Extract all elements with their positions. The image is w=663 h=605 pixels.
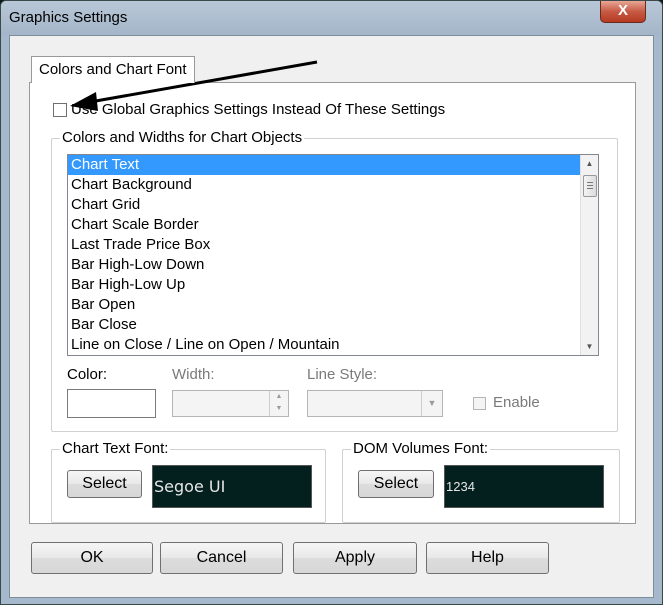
cancel-button[interactable]: Cancel — [160, 542, 283, 574]
list-item[interactable]: Chart Grid — [68, 195, 598, 215]
enable-checkbox[interactable] — [473, 397, 486, 410]
colors-widths-group: Colors and Widths for Chart Objects Char… — [51, 129, 618, 432]
close-icon: X — [617, 2, 628, 19]
color-swatch-button[interactable] — [67, 389, 156, 418]
use-global-settings-label[interactable]: Use Global Graphics Settings Instead Of … — [71, 101, 445, 118]
list-item[interactable]: Bar High-Low Up — [68, 275, 598, 295]
color-label: Color: — [67, 366, 108, 383]
tab-panel: Use Global Graphics Settings Instead Of … — [29, 82, 636, 524]
width-spinner[interactable]: ▲ ▼ — [172, 390, 289, 417]
dom-volumes-font-preview-text: 1234 — [446, 479, 475, 494]
list-item[interactable]: Line on Close / Line on Open / Mountain — [68, 335, 598, 355]
spin-up-icon[interactable]: ▲ — [270, 391, 288, 403]
scroll-down-arrow-icon[interactable]: ▼ — [581, 338, 598, 355]
scrollbar-thumb[interactable] — [583, 175, 597, 197]
colors-widths-group-title: Colors and Widths for Chart Objects — [60, 129, 305, 146]
tab-colors-and-chart-font[interactable]: Colors and Chart Font — [31, 56, 195, 83]
list-item[interactable]: Chart Scale Border — [68, 215, 598, 235]
list-item[interactable]: Bar Open — [68, 295, 598, 315]
apply-button[interactable]: Apply — [293, 542, 417, 574]
chart-text-font-title: Chart Text Font: — [60, 440, 171, 457]
use-global-settings-checkbox[interactable] — [53, 103, 67, 117]
width-label: Width: — [172, 366, 215, 383]
width-spinner-buttons[interactable]: ▲ ▼ — [269, 391, 288, 416]
close-button[interactable]: X — [600, 1, 646, 23]
ok-button[interactable]: OK — [31, 542, 153, 574]
list-item[interactable]: Chart Background — [68, 175, 598, 195]
list-item[interactable]: Last Trade Price Box — [68, 235, 598, 255]
spin-down-icon[interactable]: ▼ — [270, 403, 288, 415]
list-item[interactable]: Chart Text — [68, 155, 598, 175]
help-button[interactable]: Help — [426, 542, 549, 574]
dom-volumes-font-group: DOM Volumes Font: Select 1234 — [342, 440, 620, 523]
list-item[interactable]: Bar High-Low Down — [68, 255, 598, 275]
dom-volumes-font-select-button[interactable]: Select — [358, 470, 434, 498]
chart-objects-listbox[interactable]: Chart Text Chart Background Chart Grid Char… — [67, 154, 599, 356]
dom-volumes-font-title: DOM Volumes Font: — [351, 440, 491, 457]
dialog-client-area: Colors and Chart Font Use Global Graphic… — [9, 35, 654, 598]
enable-label: Enable — [493, 394, 540, 411]
chart-text-font-preview: Segoe UI — [152, 465, 312, 508]
chart-text-font-group: Chart Text Font: Select Segoe UI — [51, 440, 326, 523]
chart-text-font-select-button[interactable]: Select — [67, 470, 142, 498]
window-title: Graphics Settings — [9, 9, 128, 26]
graphics-settings-dialog: Graphics Settings X Colors and Chart Fon… — [0, 0, 663, 605]
scroll-up-arrow-icon[interactable]: ▲ — [581, 155, 598, 172]
line-style-label: Line Style: — [307, 366, 378, 383]
line-style-dropdown[interactable]: ▼ — [307, 390, 443, 417]
chevron-down-icon[interactable]: ▼ — [421, 391, 442, 416]
title-bar[interactable]: Graphics Settings X — [1, 1, 662, 35]
dom-volumes-font-preview: 1234 — [444, 465, 604, 508]
list-item[interactable]: Bar Close — [68, 315, 598, 335]
listbox-scrollbar[interactable]: ▲ ▼ — [580, 155, 598, 355]
chart-text-font-preview-text: Segoe UI — [154, 477, 226, 496]
